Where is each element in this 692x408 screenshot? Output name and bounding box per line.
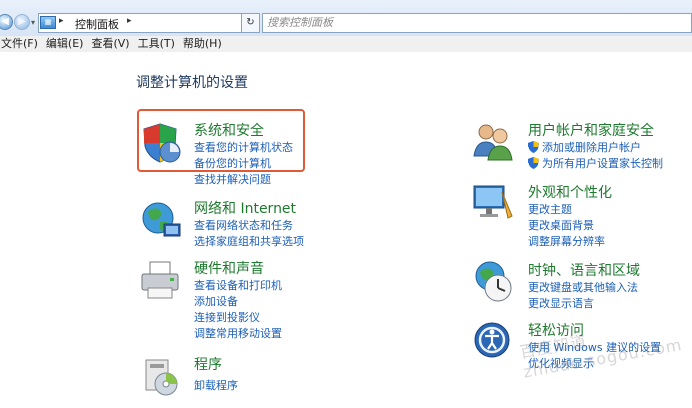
link-screen-resolution[interactable]: 调整屏幕分辨率 xyxy=(528,234,605,250)
clock-globe-icon xyxy=(475,261,512,302)
appearance-icon xyxy=(473,185,513,219)
link-add-device[interactable]: 添加设备 xyxy=(194,294,282,310)
link-change-keyboard-input[interactable]: 更改键盘或其他输入法 xyxy=(528,280,638,296)
link-mobility-settings[interactable]: 调整常用移动设置 xyxy=(194,326,282,342)
forward-button[interactable]: ▶ xyxy=(14,14,30,30)
programs-icon xyxy=(145,359,178,396)
chevron-right-icon[interactable]: ▸ xyxy=(127,16,132,26)
category-title[interactable]: 网络和 Internet xyxy=(194,198,296,218)
menu-tools[interactable]: 工具(T) xyxy=(138,36,175,52)
link-homegroup-sharing[interactable]: 选择家庭组和共享选项 xyxy=(194,234,304,250)
link-add-remove-users[interactable]: 添加或删除用户帐户 xyxy=(528,140,663,156)
link-uninstall-program[interactable]: 卸载程序 xyxy=(194,378,238,394)
link-parental-controls[interactable]: 为所有用户设置家长控制 xyxy=(528,156,663,172)
link-change-theme[interactable]: 更改主题 xyxy=(528,202,605,218)
category-appearance: 外观和个性化 更改主题 更改桌面背景 调整屏幕分辨率 xyxy=(472,182,662,252)
menu-view[interactable]: 查看(V) xyxy=(91,36,129,52)
recent-pages-dropdown-icon[interactable]: ▾ xyxy=(31,18,35,27)
network-globe-icon xyxy=(142,202,181,237)
printer-icon xyxy=(141,261,179,299)
uac-shield-icon xyxy=(528,141,539,153)
category-title[interactable]: 时钟、语言和区域 xyxy=(528,260,640,280)
breadcrumb-control-panel[interactable]: 控制面板 xyxy=(75,16,119,32)
highlight-box xyxy=(137,109,305,172)
page-title: 调整计算机的设置 xyxy=(136,75,248,91)
users-icon xyxy=(473,124,513,161)
category-hardware-sound: 硬件和声音 查看设备和打印机 添加设备 连接到投影仪 调整常用移动设置 xyxy=(140,258,330,342)
back-button[interactable]: ◀ xyxy=(0,14,13,30)
category-title[interactable]: 外观和个性化 xyxy=(528,182,612,202)
link-view-network-status[interactable]: 查看网络状态和任务 xyxy=(194,218,304,234)
link-connect-projector[interactable]: 连接到投影仪 xyxy=(194,310,282,326)
menu-edit[interactable]: 编辑(E) xyxy=(46,36,84,52)
chevron-right-icon[interactable]: ▸ xyxy=(59,16,64,26)
refresh-icon: ↻ xyxy=(246,17,255,28)
menu-help[interactable]: 帮助(H) xyxy=(183,36,222,52)
ease-of-access-icon xyxy=(474,322,510,358)
link-troubleshoot[interactable]: 查找并解决问题 xyxy=(194,172,293,188)
address-bar: ◀ ▶ ▾ ▦ ▸ 控制面板 ▸ ↻ 搜索控制面板 xyxy=(0,0,692,37)
refresh-button[interactable]: ↻ xyxy=(242,13,260,33)
category-network-internet: 网络和 Internet 查看网络状态和任务 选择家庭组和共享选项 xyxy=(140,198,330,248)
category-programs: 程序 卸载程序 xyxy=(140,354,290,400)
link-devices-printers[interactable]: 查看设备和打印机 xyxy=(194,278,282,294)
control-panel-icon: ▦ xyxy=(40,16,56,29)
uac-shield-icon xyxy=(528,157,539,169)
category-title[interactable]: 用户帐户和家庭安全 xyxy=(528,120,654,140)
breadcrumb[interactable]: ▦ ▸ 控制面板 ▸ xyxy=(38,13,242,33)
menu-file[interactable]: 文件(F) xyxy=(1,36,38,52)
link-change-display-language[interactable]: 更改显示语言 xyxy=(528,296,638,312)
link-desktop-background[interactable]: 更改桌面背景 xyxy=(528,218,605,234)
category-title[interactable]: 硬件和声音 xyxy=(194,258,264,278)
control-panel-main: 调整计算机的设置 系统和安全 查看您的计算机状态 备份您的计算机 查找并解决问题… xyxy=(0,52,692,408)
search-input[interactable]: 搜索控制面板 xyxy=(262,13,692,33)
menu-bar: 文件(F) 编辑(E) 查看(V) 工具(T) 帮助(H) xyxy=(0,36,692,52)
category-clock-language-region: 时钟、语言和区域 更改键盘或其他输入法 更改显示语言 xyxy=(472,260,672,312)
category-user-accounts: 用户帐户和家庭安全 添加或删除用户帐户 为所有用户设置家长控制 xyxy=(472,120,682,176)
category-title[interactable]: 程序 xyxy=(194,354,222,374)
